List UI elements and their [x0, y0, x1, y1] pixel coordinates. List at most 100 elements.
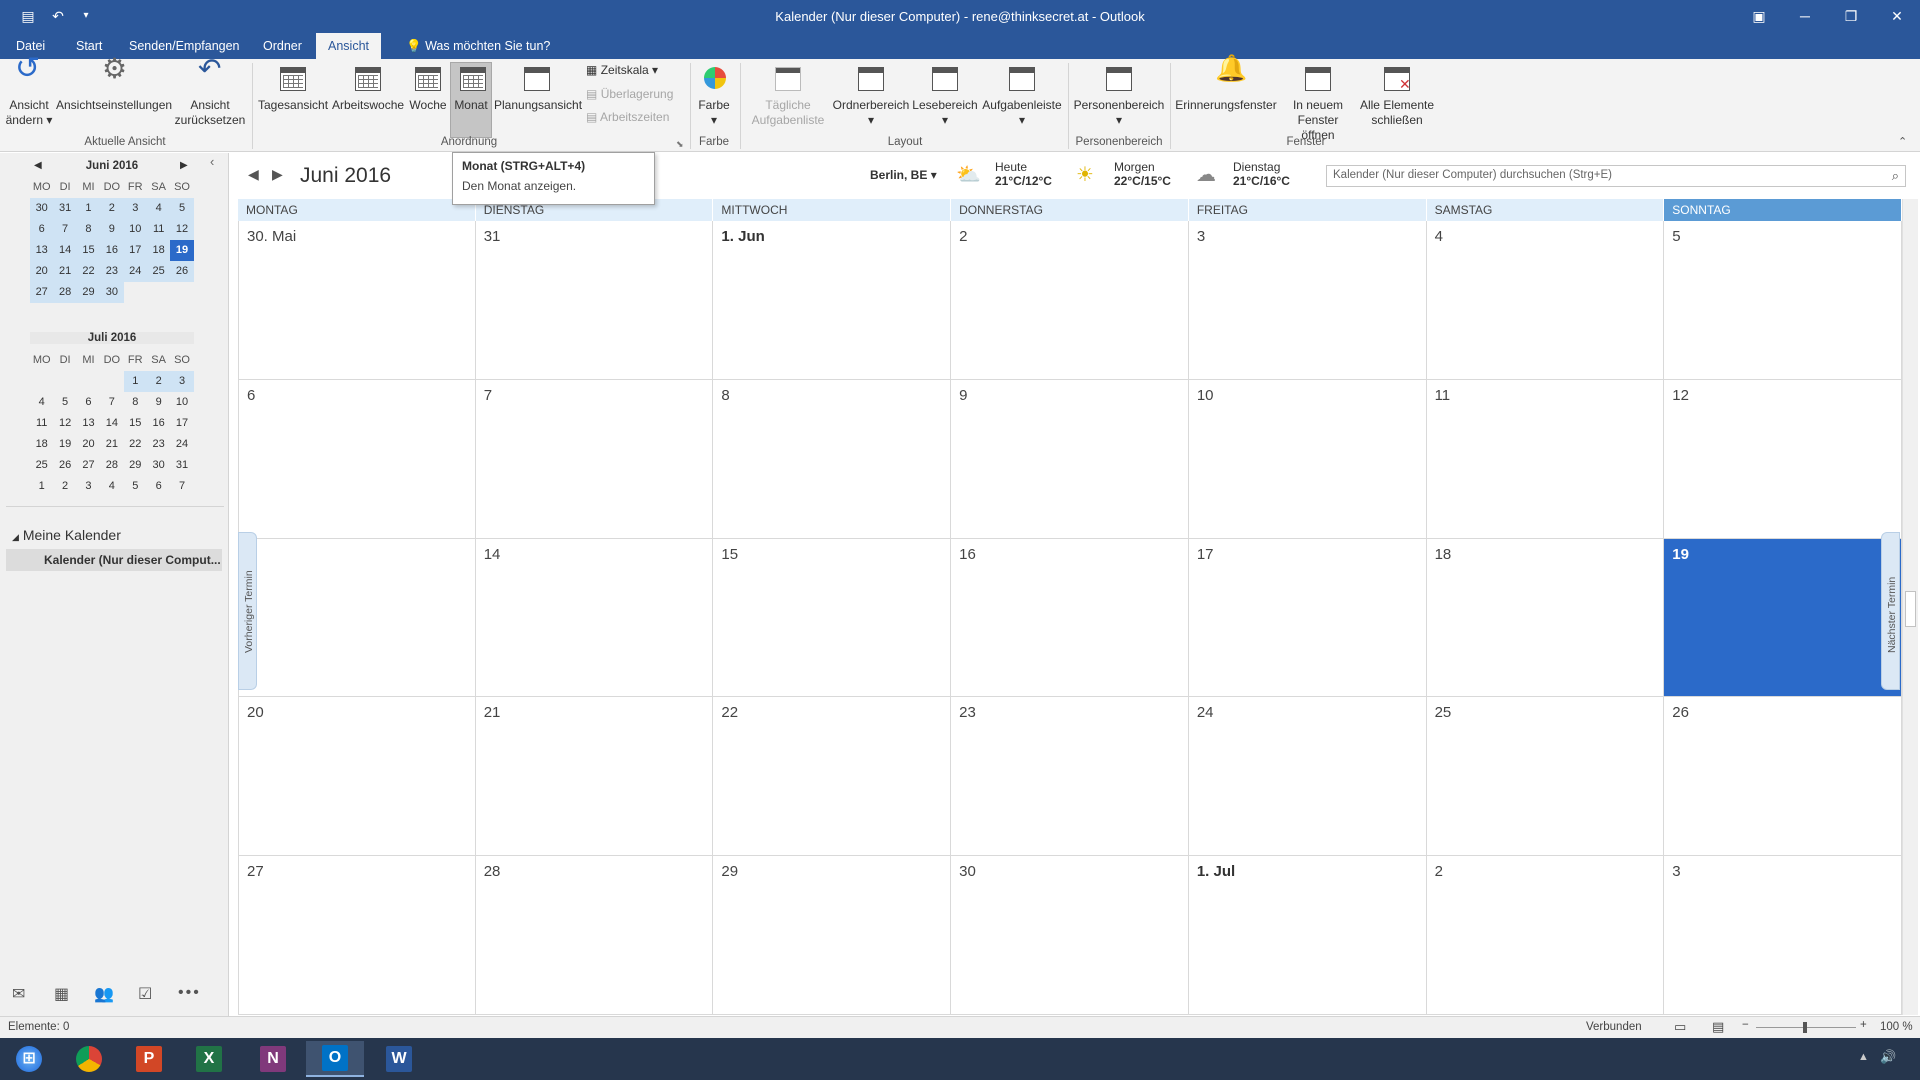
mini-cal-day[interactable]: 12 — [170, 219, 194, 240]
mail-icon[interactable]: ✉ — [12, 984, 25, 1004]
mini-cal-day[interactable]: 30 — [30, 198, 54, 219]
aufgabenleiste-button[interactable]: Aufgabenleiste ▾ — [980, 63, 1064, 128]
calendar-day-cell[interactable]: 28 — [475, 856, 714, 1015]
mini-cal-day[interactable]: 9 — [147, 392, 170, 413]
mini-cal-day[interactable]: 19 — [170, 240, 194, 261]
mini-cal-day[interactable]: 5 — [53, 392, 76, 413]
mini-cal-day[interactable]: 2 — [53, 476, 76, 497]
more-icon[interactable]: ••• — [178, 984, 201, 1002]
calendar-day-cell[interactable]: 25 — [1426, 697, 1665, 857]
mini-cal-day[interactable]: 15 — [124, 413, 147, 434]
calendar-day-cell[interactable]: 27 — [238, 856, 476, 1015]
calendar-search-input[interactable]: Kalender (Nur dieser Computer) durchsuch… — [1326, 165, 1906, 187]
taegliche-aufgabenliste-button[interactable]: Tägliche Aufgabenliste — [744, 63, 832, 128]
collapse-ribbon-icon[interactable]: ⌃ — [1898, 135, 1907, 148]
calendar-day-cell[interactable]: 17 — [1188, 538, 1427, 698]
mini-cal-day[interactable]: 5 — [170, 198, 194, 219]
mini-cal-day[interactable]: 6 — [77, 392, 100, 413]
calendar-day-cell[interactable]: 3 — [1664, 856, 1902, 1015]
mini-cal-day[interactable]: 5 — [124, 476, 147, 497]
calendar-day-cell[interactable]: 12 — [1664, 379, 1902, 539]
mini-cal-day[interactable]: 19 — [53, 434, 76, 455]
erinnerungsfenster-button[interactable]: 🔔 Erinnerungsfenster — [1174, 55, 1278, 113]
mini-cal-day[interactable]: 29 — [124, 455, 147, 476]
tasks-icon[interactable]: ☑ — [138, 984, 152, 1004]
arbeitszeiten-button[interactable]: ▤ Arbeitszeiten — [586, 108, 669, 126]
mini-cal-day[interactable]: 1 — [123, 371, 147, 392]
mini-cal-day[interactable]: 25 — [146, 261, 171, 282]
mini-cal-day[interactable]: 10 — [170, 392, 193, 413]
calendar-day-cell[interactable]: 8 — [713, 379, 952, 539]
ordnerbereich-button[interactable]: Ordnerbereich ▾ — [832, 63, 910, 128]
mini-cal-day[interactable]: 7 — [100, 392, 123, 413]
arbeitswoche-button[interactable]: Arbeitswoche — [332, 63, 404, 113]
next-appointment-tab[interactable]: Nächster Termin — [1881, 532, 1900, 690]
mini-cal-day[interactable]: 2 — [146, 371, 171, 392]
mini-cal-day[interactable]: 17 — [170, 413, 193, 434]
calendar-day-cell[interactable]: 15 — [713, 538, 952, 698]
mini-cal-day[interactable]: 4 — [30, 392, 53, 413]
mini-cal-day[interactable]: 8 — [76, 219, 101, 240]
mini-cal-day[interactable]: 4 — [146, 198, 171, 219]
mini-cal-day[interactable]: 31 — [53, 198, 77, 219]
mini-cal-day[interactable]: 1 — [30, 476, 53, 497]
mini-cal-day[interactable]: 18 — [30, 434, 53, 455]
calendar-day-cell[interactable]: 29 — [713, 856, 952, 1015]
mini-cal-day[interactable]: 11 — [146, 219, 171, 240]
farbe-button[interactable]: Farbe ▾ — [694, 63, 734, 128]
mini-cal-day[interactable]: 27 — [77, 455, 100, 476]
next-month-icon[interactable]: ▶ — [272, 166, 283, 183]
mini-cal-day[interactable]: 26 — [170, 261, 194, 282]
calendar-day-cell[interactable]: 31 — [475, 221, 714, 380]
mini-cal-day[interactable]: 21 — [100, 434, 123, 455]
taskbar-chrome[interactable] — [60, 1041, 118, 1077]
calendar-day-cell[interactable]: 7 — [475, 379, 714, 539]
mini-cal-day[interactable]: 13 — [30, 240, 54, 261]
tab-ordner[interactable]: Ordner — [251, 33, 314, 59]
mini-cal-day[interactable]: 24 — [123, 261, 147, 282]
calendar-day-cell[interactable]: 3 — [1188, 221, 1427, 380]
vertical-scrollbar[interactable] — [1902, 199, 1918, 1015]
mini-cal-day[interactable]: 25 — [30, 455, 53, 476]
calendar-day-cell[interactable]: 20 — [238, 697, 476, 857]
mini-cal-day[interactable]: 18 — [146, 240, 171, 261]
taskbar-word[interactable]: W — [370, 1041, 428, 1077]
search-icon[interactable]: ⌕ — [1892, 168, 1899, 184]
normal-view-icon[interactable]: ▭ — [1674, 1019, 1686, 1035]
calendar-day-cell[interactable]: 4 — [1426, 221, 1665, 380]
calendar-day-cell[interactable]: 5 — [1664, 221, 1902, 380]
calendar-day-cell[interactable]: 26 — [1664, 697, 1902, 857]
mini-cal-day[interactable]: 24 — [170, 434, 193, 455]
mini-cal-day[interactable]: 10 — [123, 219, 147, 240]
calendar-day-cell[interactable]: 23 — [951, 697, 1189, 857]
mini-cal-day[interactable]: 28 — [53, 282, 77, 303]
location-dropdown[interactable]: Berlin, BE ▾ — [870, 168, 937, 182]
mini-cal-day[interactable]: 3 — [123, 198, 147, 219]
mini-cal-day[interactable]: 20 — [77, 434, 100, 455]
taskbar-outlook[interactable]: O — [306, 1041, 364, 1077]
calendar-day-cell[interactable]: 16 — [951, 538, 1189, 698]
mini-cal-day[interactable]: 4 — [100, 476, 123, 497]
zeitskala-button[interactable]: ▦ Zeitskala ▾ — [586, 61, 658, 79]
mini-cal-day[interactable]: 29 — [76, 282, 101, 303]
calendar-day-cell[interactable]: 2 — [1426, 856, 1665, 1015]
folder-item-kalender[interactable]: Kalender (Nur dieser Comput... — [6, 549, 222, 571]
mini-cal-day[interactable]: 31 — [170, 455, 193, 476]
minimize-button[interactable]: ─ — [1782, 0, 1828, 33]
mini-cal-day[interactable]: 16 — [147, 413, 170, 434]
mini-cal-day[interactable]: 13 — [77, 413, 100, 434]
close-button[interactable]: ✕ — [1874, 0, 1920, 33]
mini-cal-day[interactable]: 23 — [100, 261, 124, 282]
mini-cal-day[interactable]: 1 — [76, 198, 101, 219]
prev-month-icon[interactable]: ◀ — [248, 166, 259, 183]
calendar-day-cell[interactable]: 2 — [951, 221, 1189, 380]
zoom-in-icon[interactable]: + — [1860, 1019, 1867, 1031]
maximize-button[interactable]: ❐ — [1828, 0, 1874, 33]
mini-cal-day[interactable]: 14 — [100, 413, 123, 434]
tab-senden-empfangen[interactable]: Senden/Empfangen — [117, 33, 252, 59]
ansicht-aendern-button[interactable]: ↺ Ansicht ändern ▾ — [4, 54, 54, 128]
mini-cal-day[interactable]: 17 — [123, 240, 147, 261]
woche-button[interactable]: Woche — [408, 63, 448, 113]
mini-cal-day[interactable]: 30 — [147, 455, 170, 476]
personenbereich-button[interactable]: Personenbereich ▾ — [1072, 63, 1166, 128]
